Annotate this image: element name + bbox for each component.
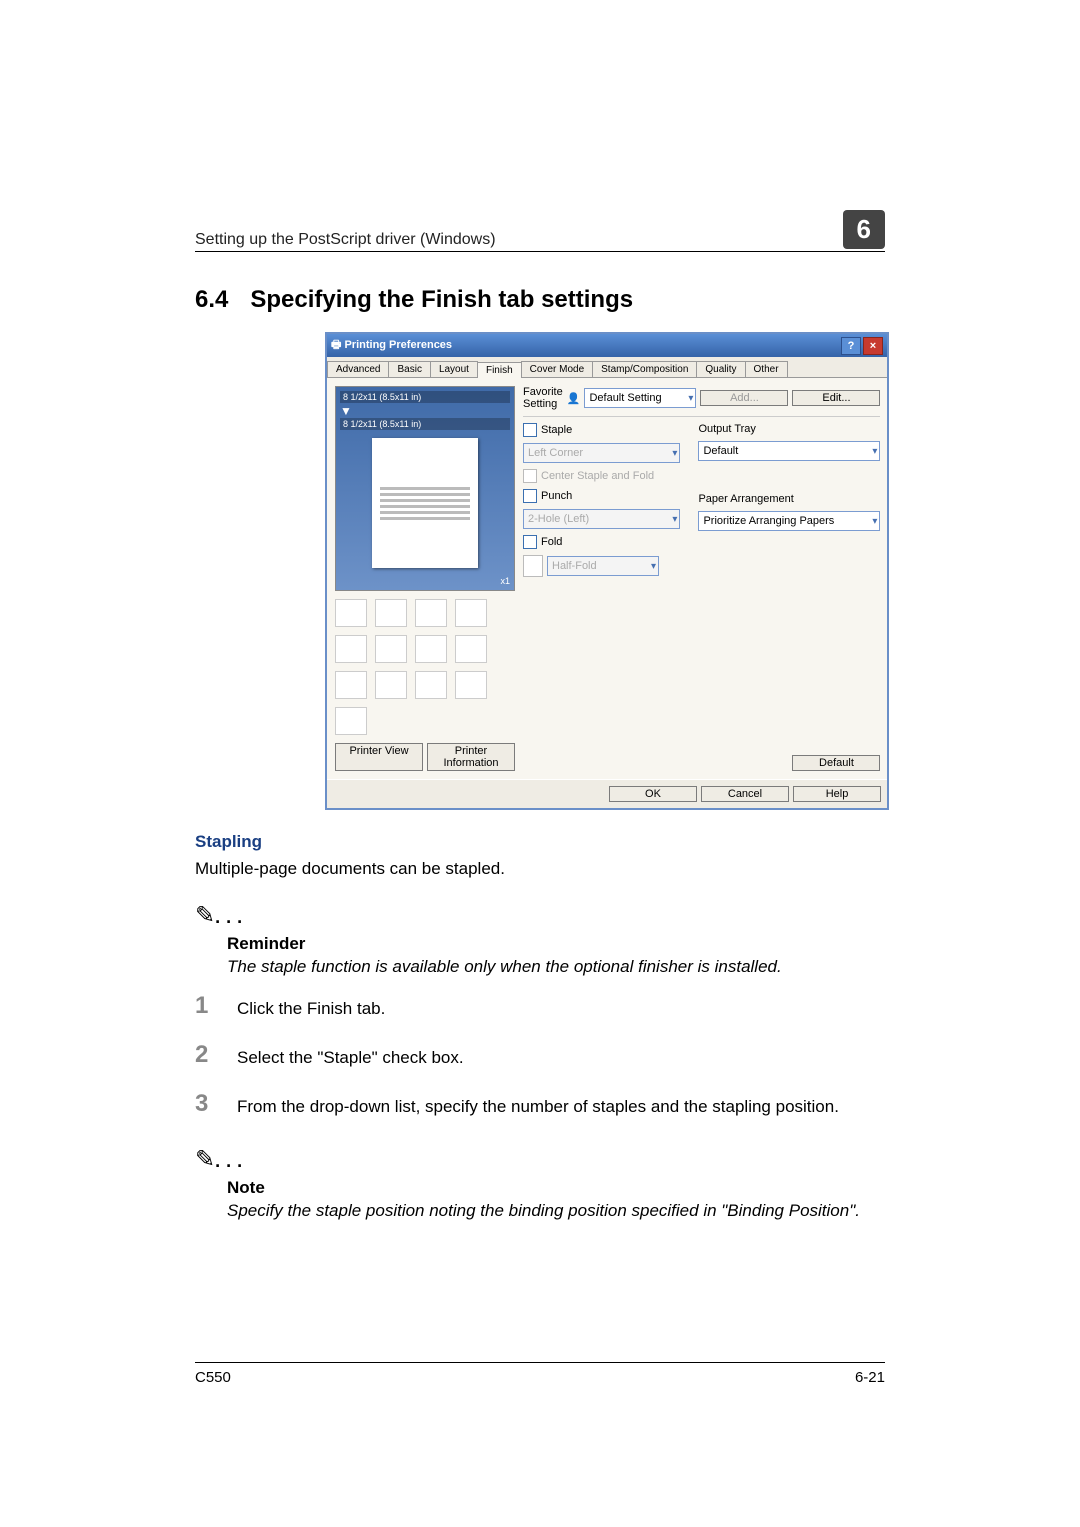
section-number: 6.4 [195, 286, 228, 313]
help-button[interactable]: Help [793, 786, 881, 802]
default-button[interactable]: Default [792, 755, 880, 771]
printer-info-button[interactable]: Printer Information [427, 743, 515, 771]
footer-right: 6-21 [855, 1369, 885, 1386]
preview-scale: x1 [340, 576, 510, 586]
step-text: From the drop-down list, specify the num… [237, 1096, 839, 1119]
option-icon[interactable] [335, 635, 367, 663]
preview-icon-grid [335, 599, 515, 735]
favorite-edit-button[interactable]: Edit... [792, 390, 880, 406]
tab-basic[interactable]: Basic [388, 361, 430, 377]
punch-checkbox[interactable]: Punch [523, 489, 680, 503]
step-number: 1 [195, 992, 215, 1020]
dialog-title: 🖶 Printing Preferences [331, 336, 452, 355]
staple-checkbox[interactable]: Staple [523, 423, 680, 437]
page-header: Setting up the PostScript driver (Window… [195, 210, 885, 252]
tab-quality[interactable]: Quality [696, 361, 745, 377]
favorite-label: Favorite Setting [523, 386, 563, 410]
option-icon[interactable] [335, 671, 367, 699]
option-icon[interactable] [415, 635, 447, 663]
arrangement-select[interactable]: Prioritize Arranging Papers [698, 511, 880, 531]
header-title: Setting up the PostScript driver (Window… [195, 231, 496, 249]
punch-select[interactable]: 2-Hole (Left) [523, 509, 680, 529]
note-icon: ✎ [195, 902, 215, 929]
option-icon[interactable] [455, 599, 487, 627]
fold-icon [523, 555, 543, 577]
arrangement-label: Paper Arrangement [698, 493, 880, 505]
section-title: Specifying the Finish tab settings [250, 286, 633, 313]
stapling-body: Multiple-page documents can be stapled. [195, 858, 885, 881]
reminder-body: The staple function is available only wh… [227, 956, 885, 978]
ok-button[interactable]: OK [609, 786, 697, 802]
reminder-callout: ✎... [195, 901, 885, 930]
output-tray-select[interactable]: Default [698, 441, 880, 461]
favorite-select[interactable]: Default Setting [584, 388, 696, 408]
section-heading: 6.4 Specifying the Finish tab settings [195, 286, 885, 314]
step-text: Click the Finish tab. [237, 998, 385, 1021]
tab-other[interactable]: Other [745, 361, 788, 377]
note-icon: ✎ [195, 1146, 215, 1173]
center-staple-checkbox[interactable]: Center Staple and Fold [523, 469, 680, 483]
step-number: 3 [195, 1090, 215, 1118]
note-heading: Note [227, 1178, 885, 1198]
dialog-titlebar: 🖶 Printing Preferences ? × [327, 334, 887, 357]
option-icon[interactable] [455, 671, 487, 699]
cancel-button[interactable]: Cancel [701, 786, 789, 802]
tab-stamp[interactable]: Stamp/Composition [592, 361, 697, 377]
option-icon[interactable] [455, 635, 487, 663]
tab-layout[interactable]: Layout [430, 361, 478, 377]
stapling-heading: Stapling [195, 832, 885, 852]
fold-select[interactable]: Half-Fold [547, 556, 659, 576]
option-icon[interactable] [375, 599, 407, 627]
printer-view-button[interactable]: Printer View [335, 743, 423, 771]
option-icon[interactable] [375, 671, 407, 699]
close-icon[interactable]: × [863, 337, 883, 355]
preview-size-1: 8 1/2x11 (8.5x11 in) [340, 391, 510, 403]
option-icon[interactable] [335, 599, 367, 627]
tab-cover-mode[interactable]: Cover Mode [521, 361, 593, 377]
page-preview: 8 1/2x11 (8.5x11 in) ▼ 8 1/2x11 (8.5x11 … [335, 386, 515, 591]
help-icon[interactable]: ? [841, 337, 861, 355]
footer-left: C550 [195, 1369, 231, 1386]
option-icon[interactable] [415, 671, 447, 699]
output-tray-label: Output Tray [698, 423, 880, 435]
tab-finish[interactable]: Finish [477, 362, 522, 378]
option-icon[interactable] [335, 707, 367, 735]
preview-size-2: 8 1/2x11 (8.5x11 in) [340, 418, 510, 430]
option-icon[interactable] [415, 599, 447, 627]
favorite-add-button[interactable]: Add... [700, 390, 788, 406]
tab-advanced[interactable]: Advanced [327, 361, 389, 377]
chapter-badge: 6 [843, 210, 885, 249]
staple-position-select[interactable]: Left Corner [523, 443, 680, 463]
printing-preferences-dialog: 🖶 Printing Preferences ? × Advanced Basi… [325, 332, 889, 810]
page-footer: C550 6-21 [195, 1362, 885, 1386]
step-text: Select the "Staple" check box. [237, 1047, 464, 1070]
note-callout: ✎... [195, 1145, 885, 1174]
dialog-tabs: Advanced Basic Layout Finish Cover Mode … [327, 357, 887, 378]
option-icon[interactable] [375, 635, 407, 663]
fold-checkbox[interactable]: Fold [523, 535, 680, 549]
reminder-heading: Reminder [227, 934, 885, 954]
page-preview-thumb [372, 438, 478, 568]
step-number: 2 [195, 1041, 215, 1069]
note-body: Specify the staple position noting the b… [227, 1200, 885, 1222]
